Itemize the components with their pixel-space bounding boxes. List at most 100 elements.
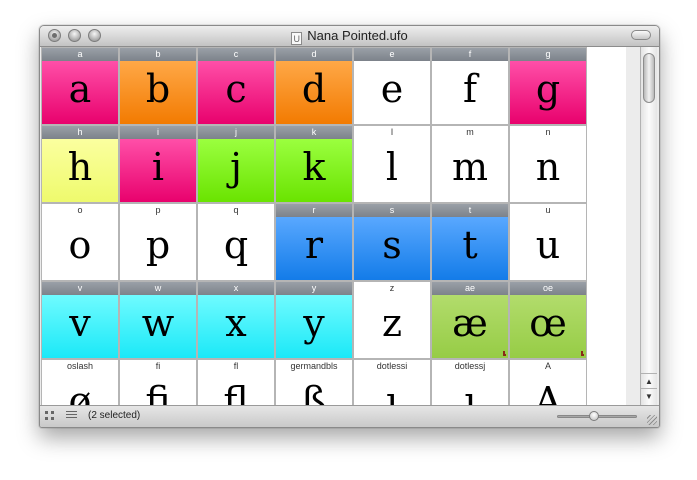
title-bar[interactable]: U Nana Pointed.ufo xyxy=(40,26,659,47)
scroll-down-arrow[interactable]: ▼ xyxy=(641,388,657,403)
glyph-preview: ß xyxy=(276,373,352,405)
glyph-preview: e xyxy=(354,61,430,124)
glyph-preview: r xyxy=(276,217,352,280)
scroll-up-arrow[interactable]: ▲ xyxy=(641,373,657,388)
glyph-cell-a[interactable]: AA xyxy=(509,359,587,405)
glyph-preview: c xyxy=(198,61,274,124)
glyph-mark-icon xyxy=(581,351,584,356)
glyph-name-label: w xyxy=(120,282,196,295)
glyph-name-label: e xyxy=(354,48,430,61)
glyph-name-label: dotlessj xyxy=(454,361,486,371)
glyph-name-label: h xyxy=(42,126,118,139)
glyph-name-label: o xyxy=(77,205,83,215)
glyph-cell-v[interactable]: vv xyxy=(41,281,119,359)
glyph-name-label: t xyxy=(432,204,508,217)
glyph-cell-f[interactable]: ff xyxy=(431,47,509,125)
glyph-cell-q[interactable]: qq xyxy=(197,203,275,281)
glyph-cell-b[interactable]: bb xyxy=(119,47,197,125)
glyph-name-label: y xyxy=(276,282,352,295)
glyph-preview: g xyxy=(510,61,586,124)
font-window: U Nana Pointed.ufo aabbccddeeffgg hhiijjkk… xyxy=(39,25,660,428)
glyph-preview: æ xyxy=(432,295,508,358)
glyph-name-label: x xyxy=(198,282,274,295)
glyph-name-label: j xyxy=(198,126,274,139)
glyph-cell-fl[interactable]: fl fl xyxy=(197,359,275,405)
glyph-cell-c[interactable]: cc xyxy=(197,47,275,125)
glyph-name-label: d xyxy=(276,48,352,61)
glyph-cell-a[interactable]: aa xyxy=(41,47,119,125)
glyph-name-label: g xyxy=(510,48,586,61)
resize-grip-icon[interactable] xyxy=(647,415,657,425)
glyph-cell-n[interactable]: nn xyxy=(509,125,587,203)
glyph-preview: œ xyxy=(510,295,586,358)
document-icon[interactable]: U xyxy=(291,32,303,45)
glyph-preview: y xyxy=(276,295,352,358)
glyph-preview: t xyxy=(432,217,508,280)
glyph-cell-e[interactable]: ee xyxy=(353,47,431,125)
glyph-cell-x[interactable]: xx xyxy=(197,281,275,359)
status-bar: (2 selected) xyxy=(40,405,659,427)
glyph-name-label: m xyxy=(466,127,474,137)
glyph-cell-g[interactable]: gg xyxy=(509,47,587,125)
glyph-name-label: dotlessi xyxy=(376,361,408,371)
glyph-preview: h xyxy=(42,139,118,202)
glyph-name-label: v xyxy=(42,282,118,295)
glyph-cell-u[interactable]: uu xyxy=(509,203,587,281)
glyph-cell-m[interactable]: mm xyxy=(431,125,509,203)
toolbar-toggle-button[interactable] xyxy=(631,30,651,40)
list-view-icon[interactable] xyxy=(66,411,77,420)
window-title: Nana Pointed.ufo xyxy=(307,28,408,43)
glyph-preview: f xyxy=(432,61,508,124)
glyph-preview: ȷ xyxy=(432,373,508,405)
glyph-cell-h[interactable]: hh xyxy=(41,125,119,203)
glyph-cell-s[interactable]: ss xyxy=(353,203,431,281)
glyph-name-label: s xyxy=(354,204,430,217)
glyph-cell-i[interactable]: ii xyxy=(119,125,197,203)
vertical-scrollbar[interactable]: ▲ ▼ xyxy=(640,47,657,405)
glyph-preview: x xyxy=(198,295,274,358)
grid-view-icon[interactable] xyxy=(45,411,54,420)
glyph-cell-p[interactable]: pp xyxy=(119,203,197,281)
glyph-cell-oe[interactable]: oe œ xyxy=(509,281,587,359)
glyph-name-label: n xyxy=(545,127,551,137)
glyph-cell-j[interactable]: jj xyxy=(197,125,275,203)
glyph-name-label: z xyxy=(389,283,395,293)
glyph-cell-fi[interactable]: fi fi xyxy=(119,359,197,405)
glyph-cell-d[interactable]: dd xyxy=(275,47,353,125)
glyph-preview: a xyxy=(42,61,118,124)
glyph-cell-w[interactable]: ww xyxy=(119,281,197,359)
glyph-name-label: oe xyxy=(510,282,586,295)
glyph-cell-dotlessi[interactable]: dotlessi ı xyxy=(353,359,431,405)
glyph-preview: l xyxy=(354,139,430,202)
selection-status: (2 selected) xyxy=(88,410,141,421)
glyph-cell-dotlessj[interactable]: dotlessj ȷ xyxy=(431,359,509,405)
glyph-preview: m xyxy=(432,139,508,202)
glyph-cell-r[interactable]: rr xyxy=(275,203,353,281)
glyph-cell-germandbls[interactable]: germandbls ß xyxy=(275,359,353,405)
glyph-cell-y[interactable]: yy xyxy=(275,281,353,359)
zoom-slider-knob[interactable] xyxy=(588,411,599,421)
glyph-cell-z[interactable]: zz xyxy=(353,281,431,359)
glyph-name-label: ae xyxy=(432,282,508,295)
glyph-name-label: p xyxy=(155,205,161,215)
window-title-wrap: U Nana Pointed.ufo xyxy=(40,28,659,45)
glyph-preview: ø xyxy=(42,373,118,405)
glyph-cell-o[interactable]: oo xyxy=(41,203,119,281)
glyph-grid[interactable]: aabbccddeeffgghhiijjkkllmmnnooppqqrrsstt… xyxy=(41,47,626,405)
glyph-cell-l[interactable]: ll xyxy=(353,125,431,203)
glyph-name-label: c xyxy=(198,48,274,61)
glyph-preview: ı xyxy=(354,373,430,405)
glyph-preview: v xyxy=(42,295,118,358)
glyph-name-label: A xyxy=(544,361,551,371)
glyph-name-label: l xyxy=(391,127,393,137)
glyph-cell-oslash[interactable]: oslash ø xyxy=(41,359,119,405)
glyph-preview: A xyxy=(510,373,586,405)
glyph-cell-k[interactable]: kk xyxy=(275,125,353,203)
glyph-name-label: r xyxy=(276,204,352,217)
glyph-cell-ae[interactable]: ae æ xyxy=(431,281,509,359)
glyph-preview: u xyxy=(510,217,586,280)
glyph-preview: n xyxy=(510,139,586,202)
scrollbar-thumb[interactable] xyxy=(643,53,655,103)
glyph-name-label: i xyxy=(120,126,196,139)
glyph-cell-t[interactable]: tt xyxy=(431,203,509,281)
